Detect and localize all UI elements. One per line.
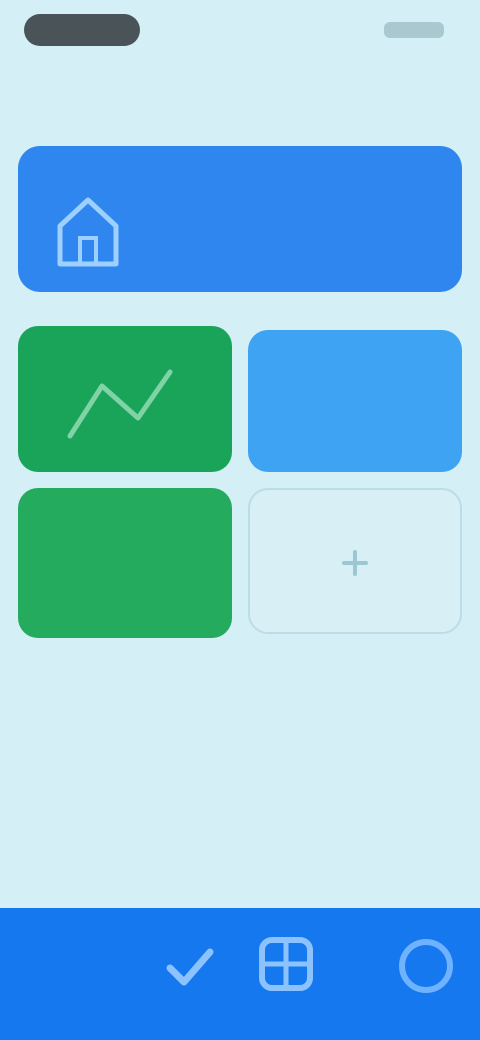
grid-icon[interactable] [254,932,318,996]
check-icon[interactable] [158,934,222,998]
status-time [24,14,140,46]
tile-1[interactable] [18,326,232,472]
chart-icon [67,369,173,439]
tile-3[interactable] [18,488,232,638]
status-bar [0,0,480,60]
more-icon[interactable] [394,934,458,998]
tile-2[interactable] [248,330,462,472]
house-icon [57,197,119,267]
status-indicators [384,22,444,38]
plus-icon [342,550,368,576]
